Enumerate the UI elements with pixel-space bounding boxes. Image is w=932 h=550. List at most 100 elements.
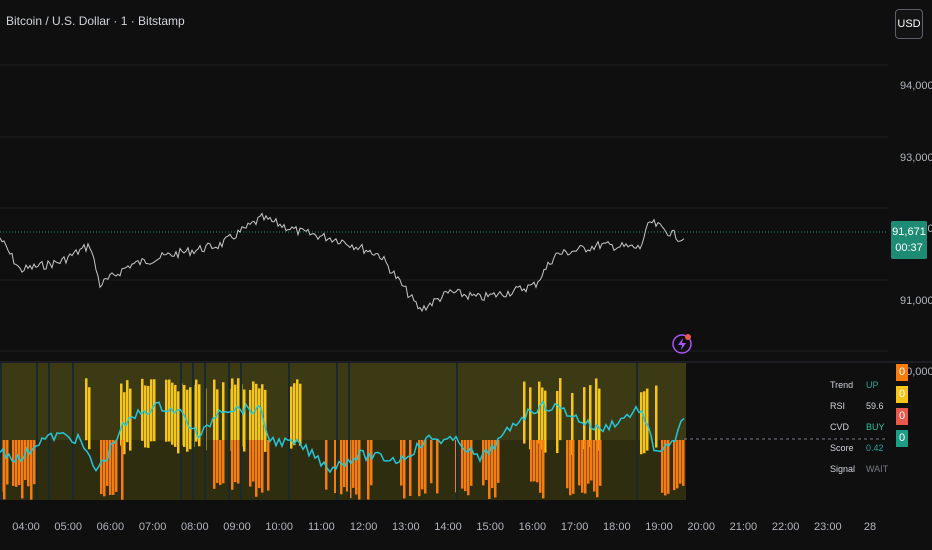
zone-orange-bar <box>237 440 240 484</box>
time-axis-label: 06:00 <box>96 521 125 533</box>
zone-orange-bar <box>255 440 258 497</box>
indicator-value: UP <box>866 380 879 390</box>
zone-orange-bar <box>234 440 237 483</box>
time-axis-label: 15:00 <box>476 521 504 533</box>
time-axis-label: 21:00 <box>729 521 758 533</box>
zone-yellow-bar <box>153 379 156 442</box>
time-axis-label: 08:00 <box>181 521 209 533</box>
zone-orange-bar <box>6 440 9 485</box>
zone-orange-bar <box>467 440 470 496</box>
zone-orange-bar <box>106 440 109 486</box>
zone-yellow-bar <box>646 388 649 451</box>
zone-yellow-bar <box>595 378 598 441</box>
zone-orange-bar <box>536 440 539 483</box>
zone-orange-bar <box>222 440 225 484</box>
zone-orange-bar <box>100 440 103 495</box>
zone-orange-bar <box>482 440 485 486</box>
zone-orange-bar <box>584 440 587 494</box>
time-axis-label: 22:00 <box>771 521 800 533</box>
time-axis-label: 28 <box>863 521 877 533</box>
time-axis-label: 16:00 <box>518 521 547 533</box>
bar-countdown: 00:37 <box>895 242 923 254</box>
zone-orange-bar <box>596 440 599 498</box>
time-axis-label: 17:00 <box>560 521 589 533</box>
zone-orange-bar <box>436 440 439 494</box>
zone-orange-bar <box>352 440 355 488</box>
zone-orange-bar <box>667 440 670 494</box>
zone-yellow-bar <box>177 391 180 454</box>
indicator-value: WAIT <box>866 464 889 474</box>
zone-orange-bar <box>485 440 488 481</box>
zone-yellow-bar <box>538 381 541 444</box>
price-series <box>0 212 685 313</box>
zone-orange-bar <box>673 440 676 491</box>
zone-yellow-bar <box>222 382 225 445</box>
zone-yellow-bar <box>583 387 586 450</box>
zone-orange-bar <box>430 440 433 484</box>
zone-yellow-bar <box>243 389 246 452</box>
time-axis-label: 18:00 <box>603 521 631 533</box>
time-axis-label: 05:00 <box>54 521 82 533</box>
zone-orange-bar <box>572 440 575 494</box>
zone-orange-bar <box>581 440 584 493</box>
zone-orange-bar <box>12 440 15 486</box>
zone-yellow-bar <box>144 385 147 448</box>
zone-yellow-bar <box>299 383 302 446</box>
zone-orange-bar <box>587 440 590 484</box>
zone-orange-bar <box>261 440 264 493</box>
zone-orange-bar <box>358 440 361 500</box>
indicator-value: 59.6 <box>866 401 884 411</box>
zone-teal-stripe <box>240 363 242 500</box>
time-axis-label: 14:00 <box>434 521 462 533</box>
grid <box>0 64 888 352</box>
indicator-key: Trend <box>830 380 854 390</box>
zone-orange-bar <box>343 440 346 488</box>
time-axis-label: 11:00 <box>308 521 335 533</box>
zone-orange-bar <box>15 440 18 487</box>
zone-yellow-bar <box>231 378 234 441</box>
indicator-table-row: Signal WAIT <box>820 464 912 478</box>
time-axis-label: 09:00 <box>223 521 251 533</box>
last-price-label: 91,671 00:37 <box>891 221 927 259</box>
zone-yellow-bar <box>213 379 216 442</box>
zone-yellow-bar <box>171 382 174 445</box>
zone-yellow-bar <box>296 379 299 442</box>
zone-yellow-bar <box>174 384 177 447</box>
price-scale-label: 91,000 <box>900 295 932 307</box>
zone-orange-bar <box>661 440 664 493</box>
zone-yellow-bar <box>523 381 526 444</box>
zone-orange-bar <box>355 440 358 495</box>
zone-teal-stripe <box>204 363 206 500</box>
last-price-value: 91,671 <box>892 226 926 238</box>
zone-orange-bar <box>340 440 343 495</box>
time-axis-label: 23:00 <box>814 521 842 533</box>
zone-teal-stripe <box>336 363 338 500</box>
zone-yellow-bar <box>655 385 658 448</box>
zone-orange-bar <box>497 440 500 483</box>
zone-orange-bar <box>21 440 24 499</box>
price-chart-canvas[interactable] <box>0 0 932 550</box>
zone-orange-bar <box>231 440 234 490</box>
zone-orange-bar <box>566 440 569 489</box>
zone-yellow-bar <box>88 387 91 450</box>
zone-teal-stripe <box>180 363 182 500</box>
zone-teal-stripe <box>36 363 38 500</box>
zone-yellow-bar <box>126 380 129 443</box>
time-axis-label: 13:00 <box>392 521 420 533</box>
zone-orange-bar <box>593 440 596 492</box>
indicator-value: BUY <box>866 422 885 432</box>
indicator-key: CVD <box>830 422 850 432</box>
indicator-table-row: Score 0.42 <box>820 443 912 457</box>
zone-yellow-bar <box>640 392 643 455</box>
lightning-icon[interactable] <box>672 334 692 354</box>
zone-orange-bar <box>599 440 602 486</box>
zone-orange-bar <box>542 440 545 499</box>
zone-teal-stripe <box>48 363 50 500</box>
zone-orange-bar <box>216 440 219 483</box>
zone-yellow-bar <box>293 383 296 446</box>
zone-orange-bar <box>121 440 124 500</box>
zone-orange-bar <box>18 440 21 485</box>
time-axis-label: 07:00 <box>138 521 167 533</box>
zone-orange-bar <box>252 440 255 482</box>
zone-orange-bar <box>409 440 412 496</box>
